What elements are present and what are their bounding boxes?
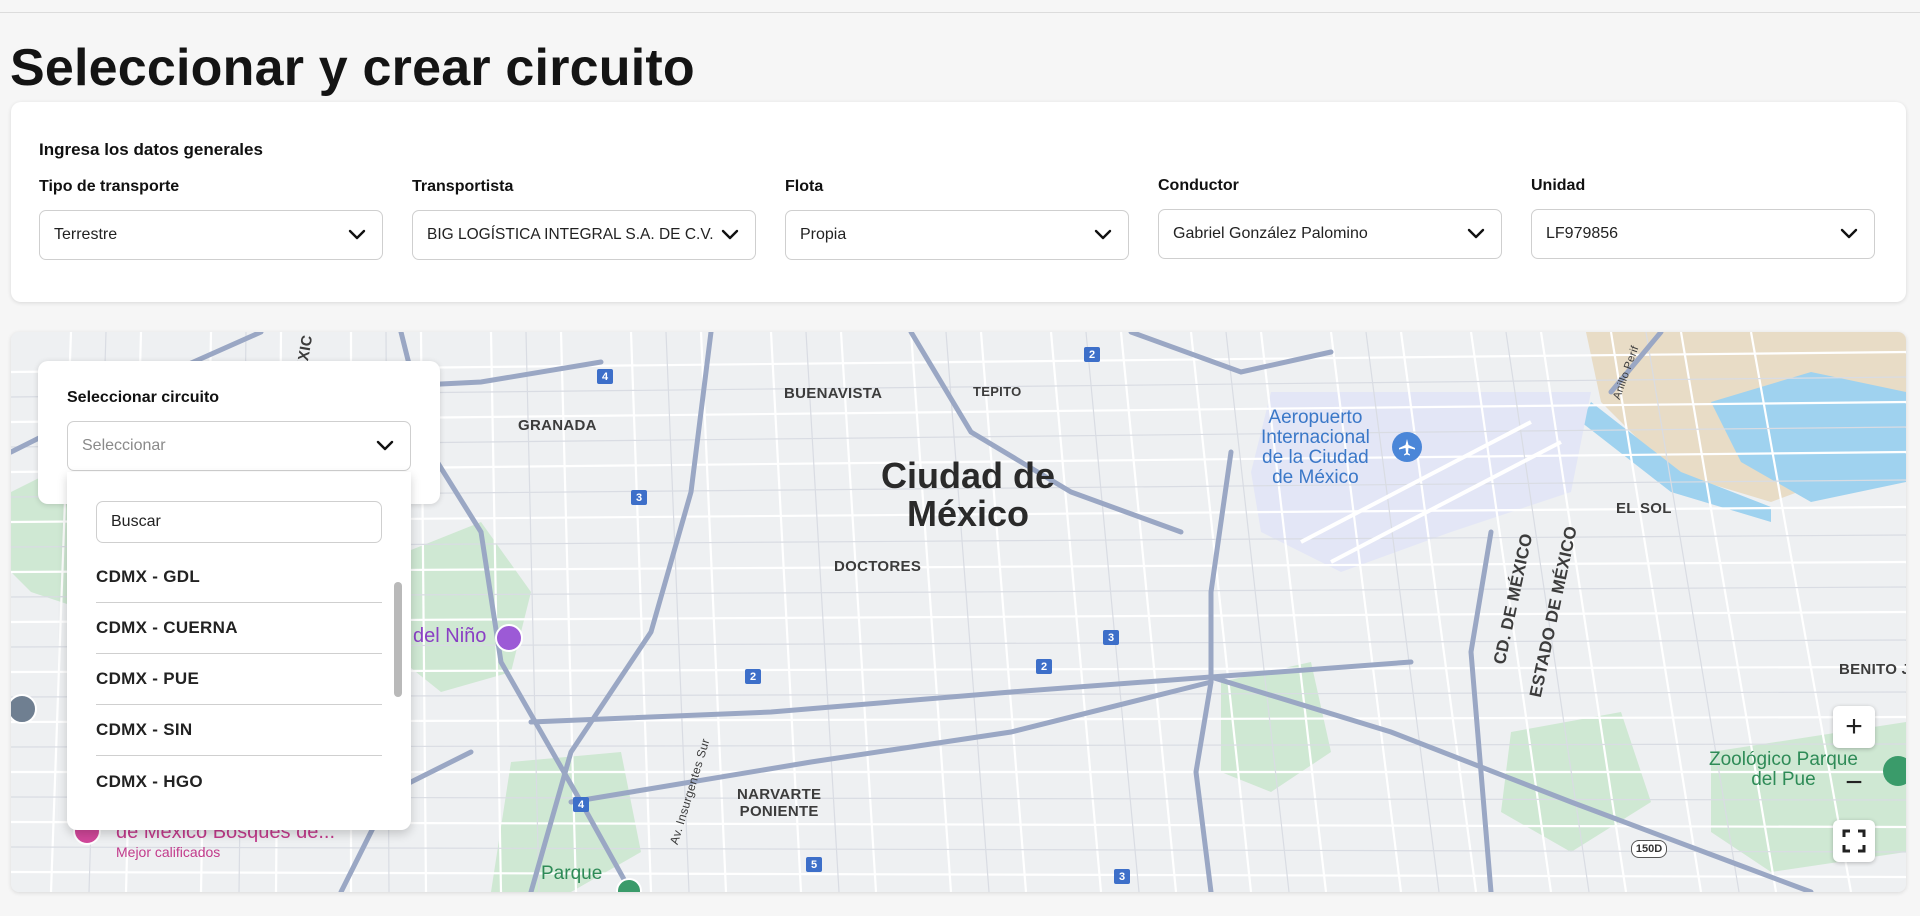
fleet-field: Flota Propia — [785, 178, 1129, 260]
circuit-search-input[interactable]: Buscar — [96, 501, 382, 543]
unit-field: Unidad LF979856 — [1531, 177, 1875, 259]
circuit-label: Seleccionar circuito — [67, 389, 220, 406]
chevron-down-icon — [1092, 224, 1114, 246]
driver-select[interactable]: Gabriel González Palomino — [1158, 209, 1502, 259]
buenavista-label: BUENAVISTA — [784, 385, 883, 402]
museum-icon[interactable] — [495, 624, 523, 652]
route-shield: 4 — [597, 369, 613, 384]
circuit-option[interactable]: CDMX - SIN — [96, 705, 382, 756]
city-label-line: Ciudad de — [881, 455, 1056, 496]
rating-label: Mejor calificados — [116, 844, 221, 860]
field-label: Transportista — [412, 178, 514, 195]
paw-icon[interactable] — [1883, 756, 1906, 786]
route-shield: 2 — [1036, 659, 1052, 674]
select-value: Terrestre — [54, 226, 118, 243]
route-shield: 4 — [573, 797, 589, 812]
fleet-select[interactable]: Propia — [785, 210, 1129, 260]
field-label: Conductor — [1158, 177, 1239, 194]
field-label: Unidad — [1531, 177, 1586, 194]
city-label-line: México — [906, 493, 1030, 534]
chevron-down-icon — [346, 224, 368, 246]
route-shield: 3 — [1114, 869, 1130, 884]
chevron-down-icon — [1465, 223, 1487, 245]
general-data-card: Ingresa los datos generales Tipo de tran… — [11, 102, 1906, 302]
page-title: Seleccionar y crear circuito — [10, 39, 695, 97]
zoom-in-button[interactable]: + — [1833, 706, 1875, 748]
doctores-label: DOCTORES — [834, 558, 922, 575]
circuit-options: CDMX - GDL CDMX - CUERNA CDMX - PUE CDMX… — [96, 552, 382, 807]
field-label: Tipo de transporte — [39, 178, 180, 195]
zoom-out-button[interactable]: − — [1833, 762, 1875, 804]
city-label: Ciudad de México — [881, 457, 1055, 533]
airport-icon[interactable] — [1392, 432, 1422, 462]
airport-label-line: Aeropuerto — [1268, 407, 1363, 428]
field-label: Flota — [785, 178, 824, 195]
airport-label-line: de la Ciudad — [1262, 447, 1369, 468]
circuit-option[interactable]: CDMX - CUERNA — [96, 603, 382, 654]
top-divider — [0, 0, 1920, 13]
select-placeholder: Seleccionar — [82, 437, 166, 454]
circuit-dropdown: Buscar CDMX - GDL CDMX - CUERNA CDMX - P… — [67, 472, 411, 830]
dropdown-scrollbar[interactable] — [394, 582, 402, 697]
airport-label-line: de México — [1272, 467, 1359, 488]
circuit-option[interactable]: CDMX - PUE — [96, 654, 382, 705]
select-value: BIG LOGÍSTICA INTEGRAL S.A. DE C.V. — [427, 226, 714, 243]
fullscreen-icon — [1842, 829, 1866, 853]
route-shield: 2 — [1084, 347, 1100, 362]
nino-label: del Niño — [413, 625, 487, 647]
highway-shield: 150D — [1631, 840, 1667, 858]
route-shield: 5 — [806, 857, 822, 872]
parque-label: Parque — [541, 863, 603, 884]
transport-type-field: Tipo de transporte Terrestre — [39, 178, 383, 260]
route-shield: 2 — [745, 669, 761, 684]
narvarte-label-line: PONIENTE — [739, 803, 819, 820]
narvarte-label-line: NARVARTE — [737, 786, 822, 803]
route-shield: 3 — [1103, 630, 1119, 645]
circuit-option[interactable]: CDMX - HGO — [96, 756, 382, 807]
section-title: Ingresa los datos generales — [39, 140, 263, 159]
select-value: LF979856 — [1546, 225, 1619, 242]
fullscreen-button[interactable] — [1833, 820, 1875, 862]
airport-label-line: Internacional — [1261, 427, 1370, 448]
circuit-option[interactable]: CDMX - GDL — [96, 552, 382, 603]
driver-field: Conductor Gabriel González Palomino — [1158, 177, 1502, 259]
carrier-field: Transportista BIG LOGÍSTICA INTEGRAL S.A… — [412, 178, 756, 260]
narvarte-label: NARVARTE PONIENTE — [737, 786, 821, 820]
unit-select[interactable]: LF979856 — [1531, 209, 1875, 259]
carrier-select[interactable]: BIG LOGÍSTICA INTEGRAL S.A. DE C.V. — [412, 210, 756, 260]
select-value: Gabriel González Palomino — [1173, 225, 1368, 242]
chevron-down-icon — [1838, 223, 1860, 245]
tepito-label: TEPITO — [973, 384, 1022, 399]
chevron-down-icon — [719, 224, 741, 246]
el-sol-label: EL SOL — [1616, 500, 1672, 517]
transport-type-select[interactable]: Terrestre — [39, 210, 383, 260]
airport-label: Aeropuerto Internacional de la Ciudad de… — [1261, 408, 1370, 488]
select-value: Propia — [800, 226, 847, 243]
circuit-select[interactable]: Seleccionar — [67, 421, 411, 471]
benito-label: BENITO JUÁ — [1839, 661, 1906, 678]
route-shield: 3 — [631, 490, 647, 505]
granada-label: GRANADA — [518, 417, 597, 434]
chevron-down-icon — [374, 435, 396, 457]
